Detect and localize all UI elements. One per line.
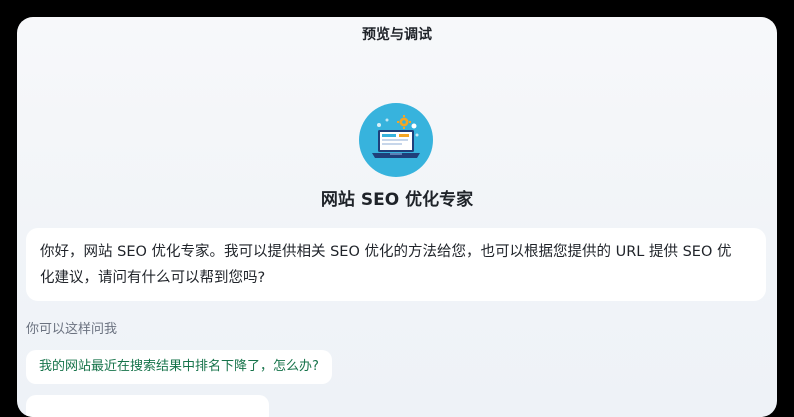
suggested-question-button[interactable]: 我的网站最近在搜索结果中排名下降了，怎么办? [26,350,332,384]
agent-name: 网站 SEO 优化专家 [320,190,474,210]
laptop-seo-icon [372,115,420,158]
welcome-message: 你好，网站 SEO 优化专家。我可以提供相关 SEO 优化的方法给您，也可以根据… [26,228,766,301]
panel-title: 预览与调试 [362,27,432,43]
suggestions-label: 你可以这样问我 [26,322,118,337]
suggested-question-button-2[interactable] [26,395,269,417]
preview-debug-panel: 预览与调试 网站 SEO 优化专家 你好，网站 SEO 优化专家。我可以提供相关… [17,17,777,417]
agent-avatar [359,103,433,177]
welcome-line-2: 化建议，请问有什么可以帮到您吗? [40,270,266,286]
welcome-line-1: 你好，网站 SEO 优化专家。我可以提供相关 SEO 优化的方法给您，也可以根据… [40,244,732,260]
